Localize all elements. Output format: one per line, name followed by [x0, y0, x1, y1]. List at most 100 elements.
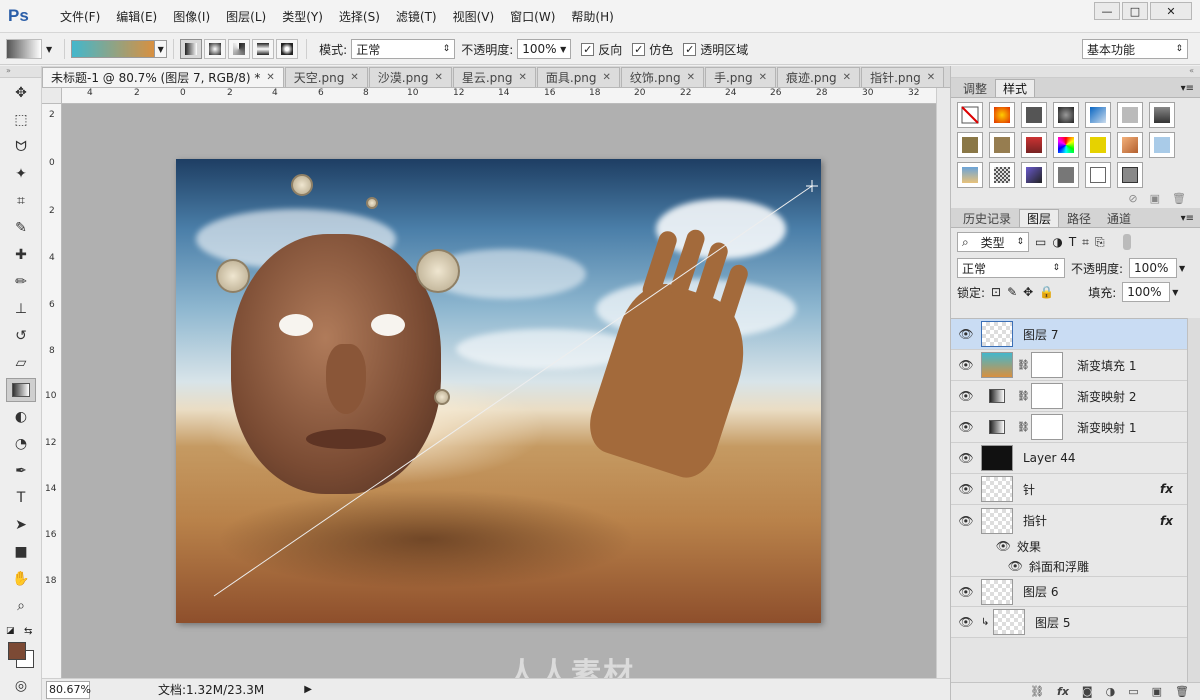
eye-icon[interactable]: 👁	[951, 559, 1029, 573]
close-icon[interactable]: ✕	[603, 72, 611, 83]
eye-icon[interactable]: 👁	[951, 615, 981, 629]
tab-pointer[interactable]: 指针.png ✕	[861, 67, 945, 87]
eye-icon[interactable]: 👁	[951, 482, 981, 496]
style-swatch[interactable]	[1021, 102, 1047, 128]
close-icon[interactable]: ✕	[434, 72, 442, 83]
clone-stamp-tool-icon[interactable]: ⊥	[6, 297, 36, 321]
close-icon[interactable]: ✕	[350, 72, 358, 83]
type-tool-icon[interactable]: T	[6, 486, 36, 510]
chain-link-icon[interactable]: ⛓	[1017, 422, 1030, 433]
style-swatch[interactable]	[1053, 102, 1079, 128]
fill-input[interactable]: 100%	[1122, 282, 1171, 302]
link-layers-icon[interactable]: ⛓	[1030, 685, 1044, 698]
style-swatch[interactable]	[989, 102, 1015, 128]
layer-filter-select[interactable]: ⌕ 类型 ⇕	[957, 232, 1029, 252]
layer-row[interactable]: 👁 图层 7	[951, 319, 1187, 350]
dither-checkbox[interactable]: ✓ 仿色	[632, 41, 673, 58]
gradient-editor-swatch[interactable]	[71, 40, 156, 58]
zoom-level-input[interactable]: 80.67%	[46, 680, 91, 699]
tab-paths[interactable]: 路径	[1059, 209, 1099, 227]
layer-opacity-input[interactable]: 100%	[1129, 258, 1178, 278]
new-style-icon[interactable]: ▣	[1150, 192, 1160, 208]
layer-row[interactable]: 👁 指针 fx	[951, 505, 1187, 536]
healing-brush-tool-icon[interactable]: ✚	[6, 243, 36, 267]
tab-untitled-1[interactable]: 未标题-1 @ 80.7% (图层 7, RGB/8) * ✕	[42, 67, 284, 87]
style-swatch[interactable]	[1149, 132, 1175, 158]
menu-type[interactable]: 类型(Y)	[274, 8, 331, 25]
smart-object-filter-icon[interactable]: ⎘	[1095, 235, 1105, 250]
style-swatch[interactable]	[989, 162, 1015, 188]
layer-row[interactable]: 👁 ↳ 图层 5	[951, 607, 1187, 638]
style-swatch[interactable]	[1117, 102, 1143, 128]
style-swatch[interactable]	[1085, 162, 1111, 188]
close-icon[interactable]: ✕	[927, 72, 935, 83]
new-group-icon[interactable]: ▭	[1128, 685, 1138, 698]
canvas-scrollbar[interactable]	[936, 88, 950, 678]
eye-icon[interactable]: 👁	[951, 539, 1017, 553]
brush-tool-icon[interactable]: ✏	[6, 270, 36, 294]
canvas-area[interactable]: 人人素材	[62, 104, 936, 678]
layer-row[interactable]: 👁 Layer 44	[951, 443, 1187, 474]
minimize-button[interactable]: —	[1094, 2, 1120, 20]
layers-scrollbar[interactable]	[1187, 318, 1200, 682]
tab-sky[interactable]: 天空.png ✕	[284, 67, 368, 87]
chain-link-icon[interactable]: ⛓	[1017, 391, 1030, 402]
mode-select[interactable]: 正常 ⇕	[351, 39, 456, 59]
marquee-tool-icon[interactable]: ⬚	[6, 108, 36, 132]
style-swatch[interactable]	[1117, 162, 1143, 188]
pixel-filter-icon[interactable]: ▭	[1035, 235, 1046, 249]
menu-edit[interactable]: 编辑(E)	[108, 8, 165, 25]
rectangle-tool-icon[interactable]: ■	[6, 540, 36, 564]
hand-tool-icon[interactable]: ✋	[6, 567, 36, 591]
layer-row[interactable]: 👁 ⛓ 渐变映射 1	[951, 412, 1187, 443]
adjustment-filter-icon[interactable]: ◑	[1052, 235, 1062, 249]
eye-icon[interactable]: 👁	[951, 358, 981, 372]
tab-desert[interactable]: 沙漠.png ✕	[368, 67, 452, 87]
tool-preset-picker[interactable]	[6, 39, 42, 59]
tab-channels[interactable]: 通道	[1099, 209, 1139, 227]
panel-grip[interactable]: »	[0, 66, 41, 78]
quick-mask-icon[interactable]: ◎	[6, 674, 36, 698]
style-swatch[interactable]	[957, 162, 983, 188]
reverse-checkbox[interactable]: ✓ 反向	[581, 41, 622, 58]
blend-mode-select[interactable]: 正常 ⇕	[957, 258, 1065, 278]
style-swatch[interactable]	[957, 102, 983, 128]
transparency-checkbox[interactable]: ✓ 透明区域	[683, 41, 748, 58]
style-swatch[interactable]	[1021, 132, 1047, 158]
opacity-input[interactable]: 100% ▼	[517, 39, 572, 59]
chevron-down-icon[interactable]: ▼	[1179, 264, 1185, 273]
lock-position-icon[interactable]: ✥	[1023, 285, 1033, 299]
panel-menu-icon[interactable]: ▾≡	[1181, 83, 1194, 94]
close-icon[interactable]: ✕	[843, 72, 851, 83]
magic-wand-tool-icon[interactable]: ✦	[6, 162, 36, 186]
type-filter-icon[interactable]: T	[1069, 235, 1076, 249]
maximize-button[interactable]: □	[1122, 2, 1148, 20]
style-swatch[interactable]	[1021, 162, 1047, 188]
vertical-ruler[interactable]: 2 0 2 4 6 8 10 12 14 16 18	[42, 88, 62, 678]
style-swatch[interactable]	[1085, 102, 1111, 128]
clear-style-icon[interactable]: ⊘	[1128, 192, 1137, 208]
layer-effects-icon[interactable]: fx	[1160, 482, 1173, 496]
add-mask-icon[interactable]: ◙	[1082, 685, 1093, 698]
eye-icon[interactable]: 👁	[951, 389, 981, 403]
eye-icon[interactable]: 👁	[951, 327, 981, 341]
eye-icon[interactable]: 👁	[951, 585, 981, 599]
lock-pixels-icon[interactable]: ✎	[1007, 285, 1017, 299]
status-menu-arrow-icon[interactable]: ▶	[304, 684, 312, 695]
move-tool-icon[interactable]: ✥	[6, 81, 36, 105]
blur-tool-icon[interactable]: ◐	[6, 405, 36, 429]
style-swatch[interactable]	[1053, 162, 1079, 188]
tab-nebula[interactable]: 星云.png ✕	[452, 67, 536, 87]
menu-layer[interactable]: 图层(L)	[218, 8, 274, 25]
eye-icon[interactable]: 👁	[951, 451, 981, 465]
close-icon[interactable]: ✕	[687, 72, 695, 83]
layer-row[interactable]: 👁 针 fx	[951, 474, 1187, 505]
gradient-tool-icon[interactable]	[6, 378, 36, 402]
layer-row[interactable]: 👁 ⛓ 渐变映射 2	[951, 381, 1187, 412]
gradient-picker-dropdown[interactable]: ▼	[155, 40, 168, 58]
eyedropper-tool-icon[interactable]: ✎	[6, 216, 36, 240]
tab-ornament[interactable]: 纹饰.png ✕	[620, 67, 704, 87]
panel-menu-icon[interactable]: ▾≡	[1181, 213, 1194, 224]
tab-styles[interactable]: 样式	[995, 79, 1036, 97]
menu-select[interactable]: 选择(S)	[331, 8, 388, 25]
